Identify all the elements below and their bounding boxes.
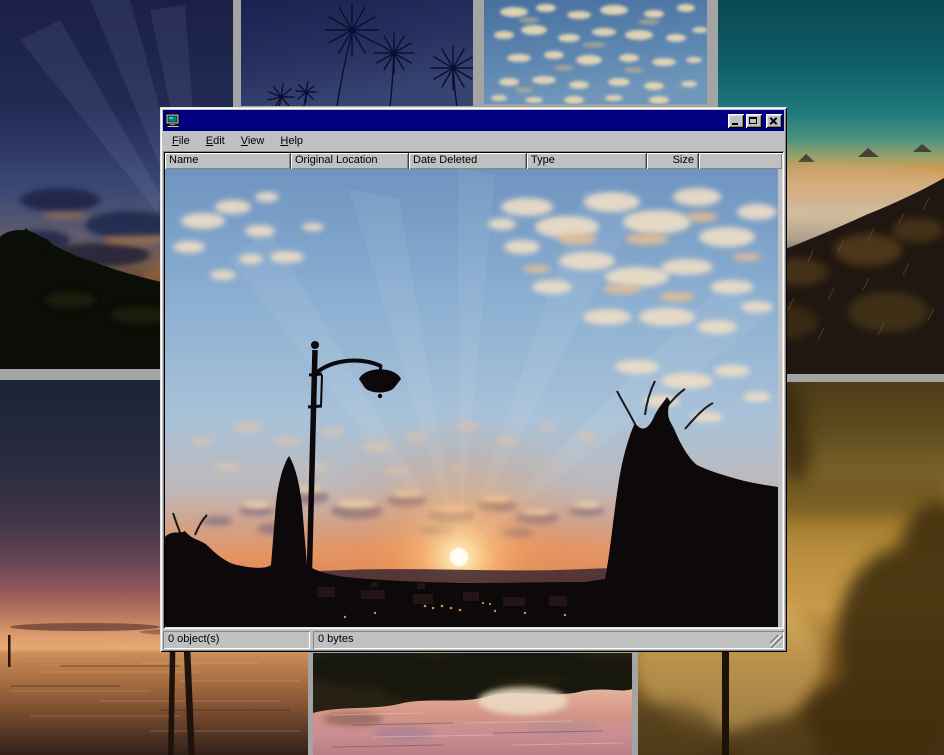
- minimize-button[interactable]: [728, 114, 744, 128]
- computer-icon: [165, 113, 181, 128]
- status-bar: 0 object(s) 0 bytes: [163, 631, 784, 649]
- menu-help[interactable]: Help: [272, 132, 311, 150]
- wallpaper-photo-water-reflection: [313, 653, 632, 755]
- menu-bar: File Edit View Help: [163, 131, 784, 151]
- sunset-lamp-photo: [165, 169, 778, 627]
- wallpaper-photo-altocumulus-clouds: [484, 0, 707, 104]
- maximize-icon: [749, 117, 757, 124]
- desktop: { "desktop": { "background_color": "#a4a…: [0, 0, 944, 755]
- list-view-frame: Name Original Location Date Deleted Type…: [163, 151, 784, 629]
- status-total-size: 0 bytes: [313, 631, 784, 649]
- column-header-name[interactable]: Name: [165, 153, 291, 169]
- menu-edit[interactable]: Edit: [198, 132, 233, 150]
- close-button[interactable]: [766, 114, 782, 128]
- status-object-count: 0 object(s): [163, 631, 310, 649]
- column-header-date-deleted[interactable]: Date Deleted: [409, 153, 527, 169]
- status-size-text: 0 bytes: [318, 633, 353, 645]
- resize-grip[interactable]: [770, 635, 783, 648]
- column-header-filler: [699, 153, 782, 169]
- minimize-icon: [732, 123, 738, 125]
- reflection-image: [313, 653, 632, 755]
- wallpaper-photo-dried-umbel-flowers: [241, 0, 473, 106]
- umbel-silhouette-image: [241, 0, 473, 106]
- column-header-row: Name Original Location Date Deleted Type…: [165, 153, 782, 169]
- recycle-bin-window: File Edit View Help Name Original Locati…: [160, 107, 787, 652]
- column-header-size[interactable]: Size: [647, 153, 699, 169]
- maximize-button[interactable]: [746, 114, 762, 128]
- column-header-type[interactable]: Type: [527, 153, 647, 169]
- menu-file[interactable]: File: [164, 132, 198, 150]
- cloud-field-image: [484, 0, 707, 104]
- list-viewport-showing-wallpaper[interactable]: [165, 169, 778, 627]
- menu-view[interactable]: View: [233, 132, 273, 150]
- column-header-original-location[interactable]: Original Location: [291, 153, 409, 169]
- window-titlebar[interactable]: [163, 110, 784, 131]
